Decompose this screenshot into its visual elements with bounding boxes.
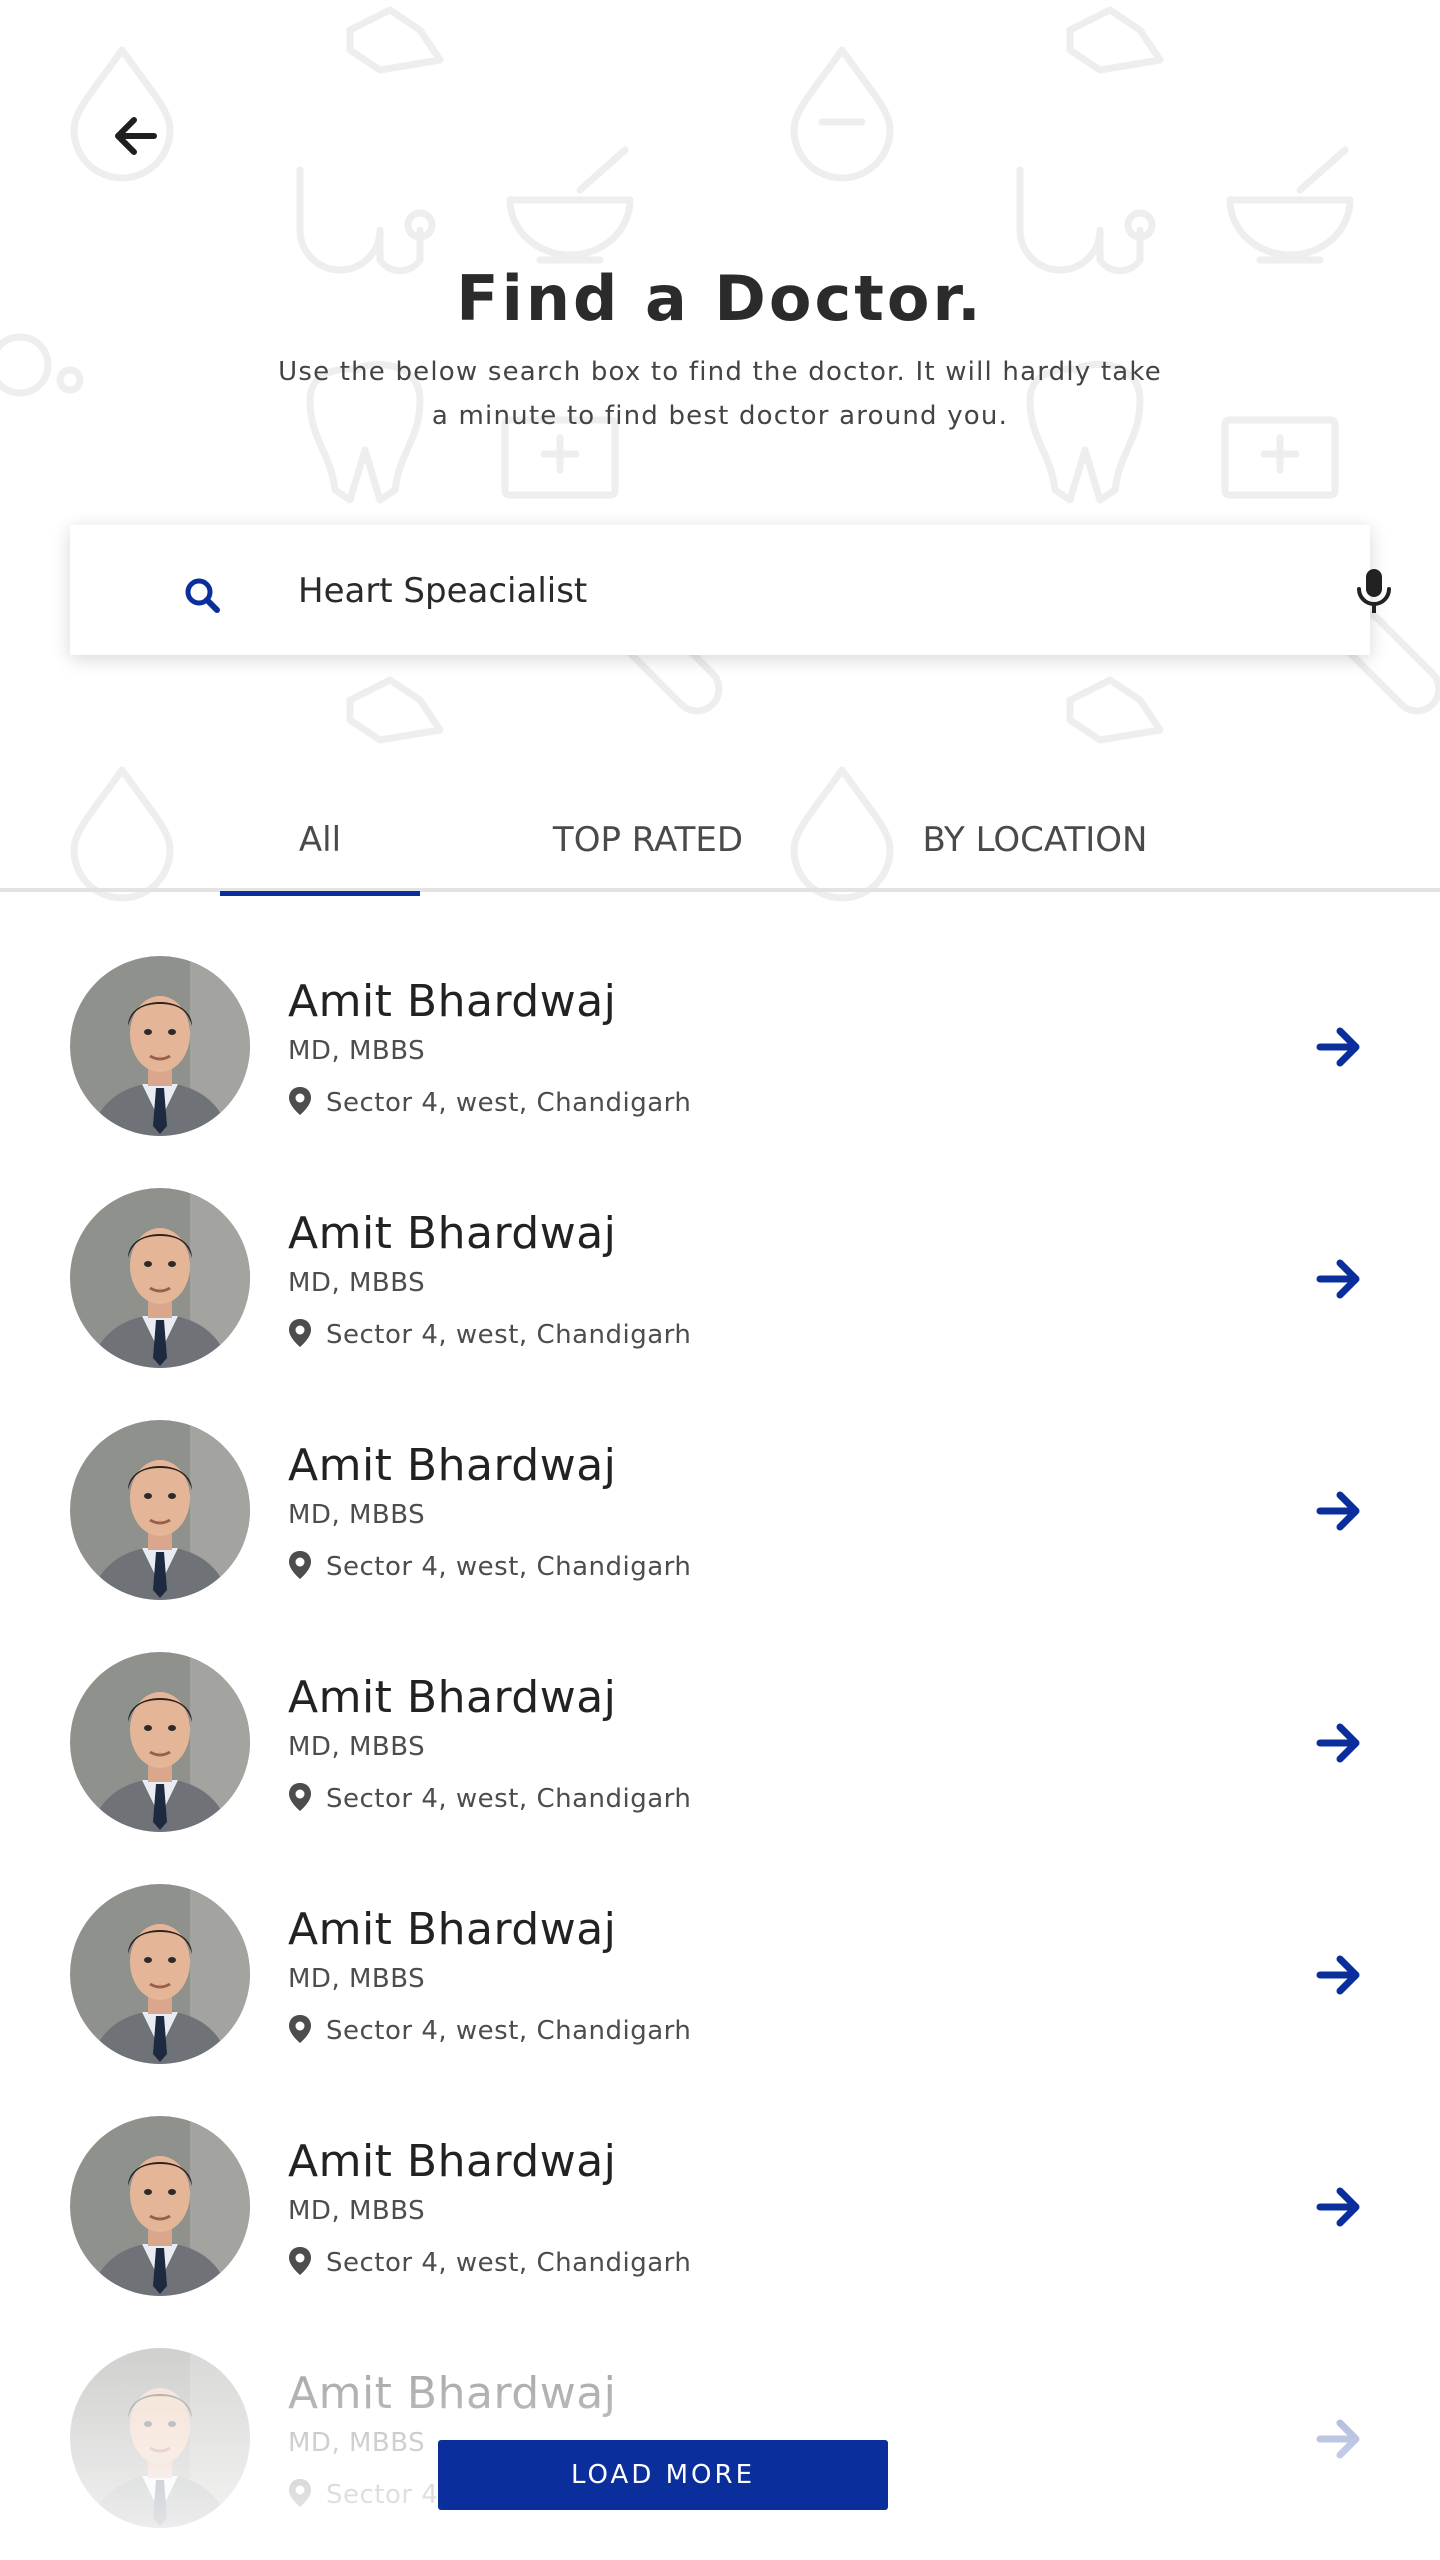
search-box	[70, 525, 1391, 655]
doctor-avatar	[70, 2348, 250, 2528]
doctor-avatar	[70, 1652, 250, 1832]
location-pin-icon	[289, 1551, 311, 1579]
doctor-degree: MD, MBBS	[288, 1732, 426, 1762]
doctor-list-item[interactable]: Amit Bhardwaj MD, MBBS Sector 4, west, C…	[0, 2110, 1440, 2342]
doctor-name: Amit Bhardwaj	[288, 1904, 617, 1955]
doctor-avatar	[70, 956, 250, 1136]
search-input[interactable]	[298, 563, 1278, 619]
location-pin-icon	[289, 1783, 311, 1811]
doctor-location: Sector 4, west, Chandigarh	[326, 1784, 692, 1814]
microphone-icon[interactable]	[1354, 567, 1394, 615]
doctor-location: Sector 4, west, Chandigarh	[326, 1320, 692, 1350]
doctor-degree: MD, MBBS	[288, 2428, 426, 2458]
arrow-right-icon[interactable]	[1314, 1254, 1364, 1304]
filter-tabs: All TOP RATED BY LOCATION	[0, 800, 1440, 896]
doctor-degree: MD, MBBS	[288, 1500, 426, 1530]
arrow-right-icon[interactable]	[1314, 1022, 1364, 1072]
doctor-degree: MD, MBBS	[288, 1268, 426, 1298]
doctor-list-item[interactable]: Amit Bhardwaj MD, MBBS Sector 4, west, C…	[0, 950, 1440, 1182]
doctor-avatar	[70, 1188, 250, 1368]
page-title: Find a Doctor.	[456, 262, 984, 335]
doctor-degree: MD, MBBS	[288, 1036, 426, 1066]
arrow-right-icon[interactable]	[1314, 1718, 1364, 1768]
location-pin-icon	[289, 2015, 311, 2043]
doctor-location: Sector 4, west, Chandigarh	[326, 1552, 692, 1582]
doctor-degree: MD, MBBS	[288, 1964, 426, 1994]
doctor-name: Amit Bhardwaj	[288, 1440, 617, 1491]
doctor-name: Amit Bhardwaj	[288, 1208, 617, 1259]
location-pin-icon	[289, 1319, 311, 1347]
doctor-location: Sector 4, west, Chandigarh	[326, 1088, 692, 1118]
location-pin-icon	[289, 2247, 311, 2275]
tab-by-location[interactable]: BY LOCATION	[900, 820, 1170, 892]
arrow-right-icon[interactable]	[1314, 1950, 1364, 2000]
doctor-degree: MD, MBBS	[288, 2196, 426, 2226]
tab-all[interactable]: All	[220, 820, 420, 896]
doctor-list-item[interactable]: Amit Bhardwaj MD, MBBS Sector 4, west, C…	[0, 1878, 1440, 2110]
doctor-name: Amit Bhardwaj	[288, 1672, 617, 1723]
doctor-avatar	[70, 2116, 250, 2296]
location-pin-icon	[289, 1087, 311, 1115]
doctor-avatar	[70, 1884, 250, 2064]
arrow-right-icon[interactable]	[1314, 1486, 1364, 1536]
doctor-name: Amit Bhardwaj	[288, 976, 617, 1027]
doctor-list-item[interactable]: Amit Bhardwaj MD, MBBS Sector 4, west, C…	[0, 1182, 1440, 1414]
page-subtitle: Use the below search box to find the doc…	[278, 357, 1162, 431]
load-more-button[interactable]: LOAD MORE	[438, 2440, 888, 2510]
doctor-name: Amit Bhardwaj	[288, 2368, 617, 2419]
back-button[interactable]	[98, 98, 174, 174]
tab-top-rated[interactable]: TOP RATED	[530, 820, 766, 892]
doctor-location: Sector 4, west, Chandigarh	[326, 2248, 692, 2278]
search-icon[interactable]	[182, 575, 222, 615]
doctor-avatar	[70, 1420, 250, 1600]
arrow-right-icon[interactable]	[1314, 2414, 1364, 2464]
arrow-left-icon	[115, 117, 157, 155]
doctor-list-item[interactable]: Amit Bhardwaj MD, MBBS Sector 4, west, C…	[0, 1414, 1440, 1646]
doctor-location: Sector 4, west, Chandigarh	[326, 2016, 692, 2046]
arrow-right-icon[interactable]	[1314, 2182, 1364, 2232]
find-doctor-page: Find a Doctor. Use the below search box …	[0, 0, 1440, 2560]
doctor-list-item[interactable]: Amit Bhardwaj MD, MBBS Sector 4, west, C…	[0, 1646, 1440, 1878]
doctor-name: Amit Bhardwaj	[288, 2136, 617, 2187]
location-pin-icon	[289, 2479, 311, 2507]
